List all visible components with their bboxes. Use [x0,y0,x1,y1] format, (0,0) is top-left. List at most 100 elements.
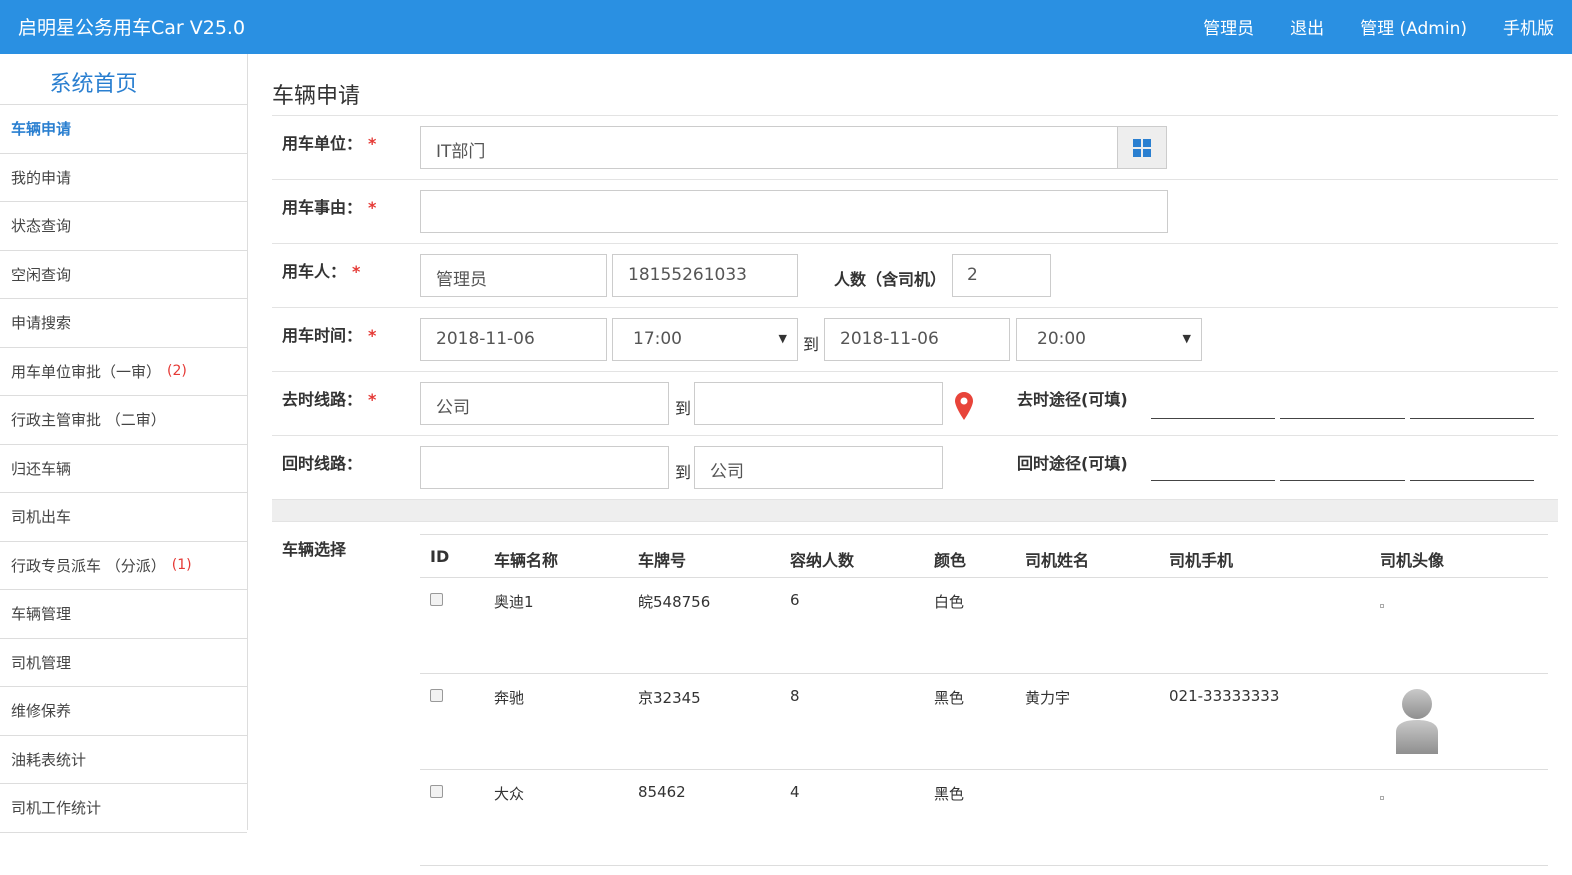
unit-picker-button[interactable] [1117,126,1167,169]
sidebar-item-label: 行政专员派车 （分派） [11,556,166,575]
person-icon [1396,689,1438,754]
driver-phone: 021-33333333 [1169,687,1280,705]
sidebar-item-status[interactable]: 状态查询 [0,202,247,251]
back-route-label: 回时线路： [282,454,363,473]
nav-logout[interactable]: 退出 [1290,14,1324,39]
sidebar-item-search[interactable]: 申请搜索 [0,299,247,348]
sidebar-item-label: 归还车辆 [11,459,72,478]
sidebar-item-label: 车辆申请 [11,120,72,139]
page-title: 车辆申请 [272,54,1558,116]
sidebar-item-label: 车辆管理 [11,605,72,624]
go-via-input-3[interactable] [1410,418,1534,419]
user-label: 用车人： * [282,262,361,281]
app-title: 启明星公务用车Car V25.0 [18,17,246,39]
row-back-route: 回时线路： 到 公司 回时途径(可填) [272,436,1558,500]
unit-label: 用车单位： * [282,134,377,153]
end-date-input[interactable]: 2018-11-06 [824,318,1010,361]
to-label: 到 [675,463,692,482]
broken-image-icon [1380,796,1384,800]
sidebar-item-fuel-stats[interactable]: 油耗表统计 [0,736,247,784]
sidebar-item-label: 司机工作统计 [11,799,102,818]
top-nav: 管理员 退出 管理 (Admin) 手机版 [1167,14,1554,39]
top-bar: 启明星公务用车Car V25.0 管理员 退出 管理 (Admin) 手机版 [0,0,1572,54]
user-name-input[interactable]: 管理员 [420,254,607,297]
vehicle-name: 奥迪1 [494,593,534,611]
reason-input[interactable] [420,190,1168,233]
sidebar-item-driver-out[interactable]: 司机出车 [0,493,247,542]
col-id: ID [430,547,450,566]
to-label: 到 [675,399,692,418]
col-name: 车辆名称 [494,551,559,570]
back-via-label: 回时途径(可填) [1017,454,1128,473]
sidebar-home[interactable]: 系统首页 [0,54,247,105]
vehicle-plate: 85462 [638,783,686,801]
sidebar-item-maintenance[interactable]: 维修保养 [0,687,247,736]
sidebar-item-label: 油耗表统计 [11,750,87,769]
nav-user[interactable]: 管理员 [1203,14,1254,39]
start-time-select[interactable]: 17:00 [612,318,798,361]
sidebar-item-vehicle-apply[interactable]: 车辆申请 [0,105,247,154]
nav-admin[interactable]: 管理 (Admin) [1360,14,1467,39]
row-checkbox[interactable] [430,689,443,702]
table-row[interactable]: 奔驰 京32345 8 黑色 黄力宇 021-33333333 [420,674,1548,770]
row-user: 用车人： * 管理员 18155261033 人数（含司机） 2 [272,244,1558,308]
back-to-input[interactable]: 公司 [694,446,943,489]
sidebar-item-dispatch[interactable]: 行政专员派车 （分派） (1) [0,542,247,590]
vehicle-color: 黑色 [934,785,965,803]
sidebar-item-return[interactable]: 归还车辆 [0,445,247,493]
nav-mobile[interactable]: 手机版 [1503,14,1554,39]
time-label: 用车时间： * [282,326,377,345]
count-badge: (1) [171,557,192,574]
map-pin-icon[interactable] [955,392,973,420]
sidebar-item-driver-stats[interactable]: 司机工作统计 [0,784,247,833]
table-row[interactable]: 大众 85462 4 黑色 [420,770,1548,866]
sidebar-item-label: 我的申请 [11,168,72,187]
vehicle-color: 黑色 [934,689,965,707]
sidebar-item-first-review[interactable]: 用车单位审批（一审） (2) [0,348,247,396]
sidebar-item-label: 空闲查询 [11,265,72,284]
back-from-input[interactable] [420,446,669,489]
go-via-input-1[interactable] [1151,418,1275,419]
vehicle-select-label: 车辆选择 [282,540,347,559]
user-phone-input[interactable]: 18155261033 [612,254,798,297]
unit-input[interactable]: IT部门 [420,126,1118,169]
back-via-input-2[interactable] [1280,480,1405,481]
col-avatar: 司机头像 [1380,551,1445,570]
people-input[interactable]: 2 [952,254,1051,297]
sidebar-item-my-apply[interactable]: 我的申请 [0,154,247,202]
to-label: 到 [803,335,820,354]
vehicle-color: 白色 [934,593,965,611]
sidebar-item-label: 申请搜索 [11,314,72,333]
go-from-input[interactable]: 公司 [420,382,669,425]
vehicle-plate: 皖548756 [638,593,711,611]
sidebar-item-idle[interactable]: 空闲查询 [0,251,247,299]
vehicle-name: 大众 [494,785,525,803]
section-divider [272,500,1558,522]
vehicle-table: ID 车辆名称 车牌号 容纳人数 颜色 司机姓名 司机手机 司机头像 奥迪1 皖… [420,534,1548,866]
row-checkbox[interactable] [430,785,443,798]
reason-label: 用车事由： * [282,198,377,217]
vehicle-name: 奔驰 [494,689,525,707]
people-label: 人数（含司机） [834,270,947,289]
col-capacity: 容纳人数 [790,551,855,570]
go-to-input[interactable] [694,382,943,425]
vehicle-capacity: 6 [790,591,800,609]
vehicle-plate: 京32345 [638,689,701,707]
sidebar-item-label: 状态查询 [11,217,72,236]
row-checkbox[interactable] [430,593,443,606]
driver-name: 黄力宇 [1025,689,1071,707]
sidebar-item-label: 司机出车 [11,508,72,527]
back-via-input-3[interactable] [1410,480,1534,481]
end-time-select[interactable]: 20:00 [1016,318,1202,361]
col-color: 颜色 [934,551,967,570]
sidebar-item-driver-manage[interactable]: 司机管理 [0,639,247,687]
row-unit: 用车单位： * IT部门 [272,116,1558,180]
row-time: 用车时间：* 2018-11-06 17:00 到 2018-11-06 20:… [272,308,1558,372]
sidebar-item-second-review[interactable]: 行政主管审批 （二审） [0,396,247,445]
table-header: ID 车辆名称 车牌号 容纳人数 颜色 司机姓名 司机手机 司机头像 [420,534,1548,578]
start-date-input[interactable]: 2018-11-06 [420,318,607,361]
go-via-input-2[interactable] [1280,418,1405,419]
sidebar-item-vehicle-manage[interactable]: 车辆管理 [0,590,247,639]
back-via-input-1[interactable] [1151,480,1275,481]
table-row[interactable]: 奥迪1 皖548756 6 白色 [420,578,1548,674]
